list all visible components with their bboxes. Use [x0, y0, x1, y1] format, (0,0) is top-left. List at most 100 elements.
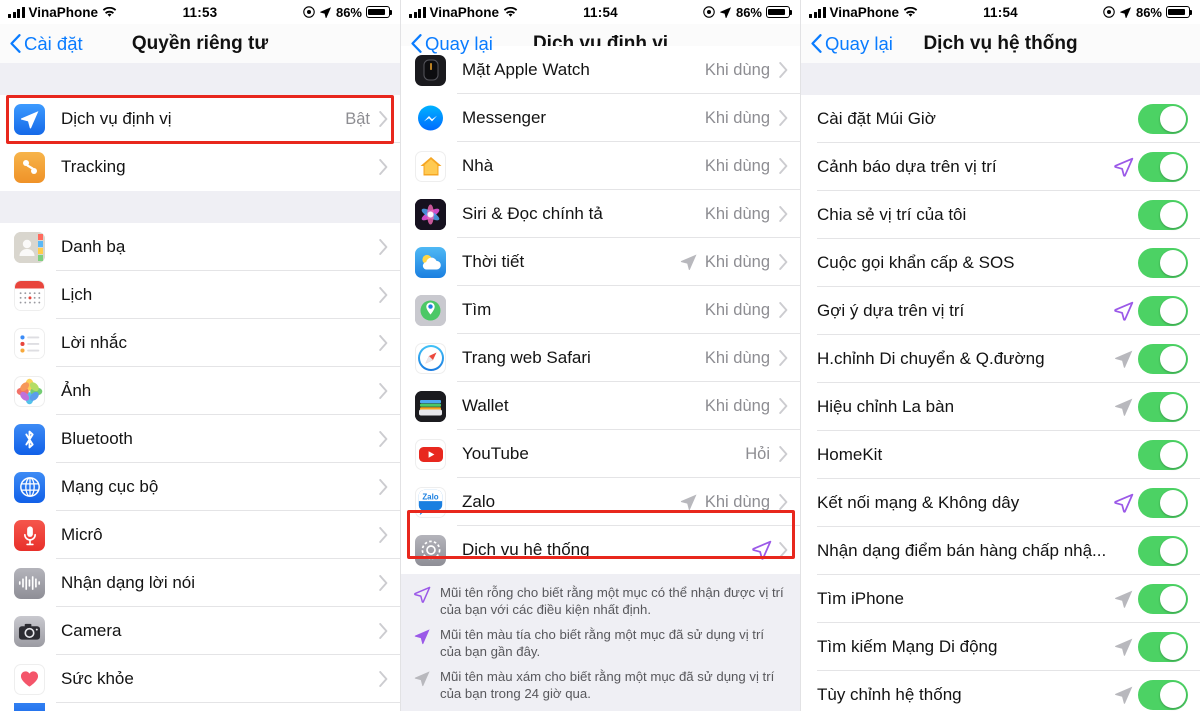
toggle-switch[interactable] [1138, 488, 1188, 518]
row-label: Bluetooth [61, 429, 133, 448]
row-find-my[interactable]: Tìm Khi dùng [401, 286, 800, 334]
section-spacer-top [801, 63, 1200, 95]
row-label: Tìm [462, 300, 492, 319]
row-health[interactable]: Sức khỏe [0, 655, 400, 703]
contacts-icon [14, 231, 45, 263]
row-calendar[interactable]: Lịch [0, 271, 400, 319]
location-services-app-list: Mặt Apple Watch Khi dùng Messenger Khi d… [401, 46, 800, 574]
row-system-services[interactable]: Dịch vụ hệ thống [401, 526, 800, 574]
row-siri[interactable]: Siri & Đọc chính tả Khi dùng [401, 190, 800, 238]
row-camera[interactable]: Camera [0, 607, 400, 655]
location-arrow-purple-hollow-icon [752, 540, 772, 560]
location-arrow-purple-solid-icon [414, 629, 430, 644]
row-local-network[interactable]: Mạng cục bộ [0, 463, 400, 511]
chevron-right-icon [779, 494, 788, 510]
row-messenger[interactable]: Messenger Khi dùng [401, 94, 800, 142]
location-arrow-gray-icon [1115, 590, 1133, 608]
row-label: Mặt Apple Watch [462, 60, 590, 79]
chevron-right-icon [779, 62, 788, 78]
camera-icon [14, 615, 45, 647]
wifi-icon [503, 6, 518, 17]
row-location-services[interactable]: Dịch vụ định vị Bật [0, 95, 400, 143]
toggle-switch[interactable] [1138, 632, 1188, 662]
row-partial-bottom[interactable] [0, 703, 400, 711]
row-label: Sức khỏe [61, 669, 134, 688]
location-arrow-icon [720, 6, 731, 18]
row-tracking[interactable]: Tracking [0, 143, 400, 191]
legend-text: Mũi tên màu tía cho biết rằng một mục đã… [440, 626, 765, 660]
row-motion-calibration[interactable]: H.chỉnh Di chuyển & Q.đường [801, 335, 1200, 383]
row-label: Dịch vụ định vị [61, 109, 172, 128]
row-bluetooth[interactable]: Bluetooth [0, 415, 400, 463]
back-button-settings[interactable]: Cài đặt [10, 33, 83, 55]
legend-item: Mũi tên rỗng cho biết rằng một mục có th… [413, 584, 784, 619]
row-value: Bật [345, 109, 370, 128]
chevron-right-icon [379, 575, 388, 591]
row-value: Khi dùng [704, 396, 770, 415]
tracking-icon [14, 151, 45, 183]
toggle-switch[interactable] [1138, 536, 1188, 566]
status-bar: VinaPhone 11:54 86% [801, 0, 1200, 24]
chevron-left-icon [811, 34, 822, 53]
row-emergency-calls-sos[interactable]: Cuộc gọi khẩn cấp & SOS [801, 239, 1200, 287]
row-photos[interactable]: Ảnh [0, 367, 400, 415]
toggle-switch[interactable] [1138, 104, 1188, 134]
status-bar-left: VinaPhone [8, 5, 117, 20]
rotation-lock-icon [703, 6, 715, 18]
row-networking-wireless[interactable]: Kết nối mạng & Không dây [801, 479, 1200, 527]
back-button[interactable]: Quay lại [411, 33, 493, 55]
toggle-switch[interactable] [1138, 392, 1188, 422]
chevron-left-icon [10, 34, 21, 53]
row-label: Ảnh [61, 381, 92, 400]
status-bar: VinaPhone 11:54 86% [401, 0, 800, 24]
carrier-name: VinaPhone [829, 4, 900, 20]
toggle-switch[interactable] [1138, 680, 1188, 710]
youtube-icon [415, 438, 446, 470]
row-homekit[interactable]: HomeKit [801, 431, 1200, 479]
back-button[interactable]: Quay lại [811, 33, 893, 55]
row-label: Dịch vụ hệ thống [462, 540, 590, 559]
signal-bars-icon [809, 6, 826, 18]
row-location-based-alerts[interactable]: Cảnh báo dựa trên vị trí [801, 143, 1200, 191]
chevron-right-icon [379, 287, 388, 303]
location-arrow-gray-icon [1115, 638, 1133, 656]
status-bar-right: 86% [703, 5, 793, 20]
row-speech-recognition[interactable]: Nhận dạng lời nói [0, 559, 400, 607]
legend-text: Mũi tên rỗng cho biết rằng một mục có th… [440, 585, 784, 618]
toggle-switch[interactable] [1138, 584, 1188, 614]
toggle-switch[interactable] [1138, 152, 1188, 182]
row-compass-calibration[interactable]: Hiệu chỉnh La bàn [801, 383, 1200, 431]
row-weather[interactable]: Thời tiết Khi dùng [401, 238, 800, 286]
row-label: Mạng cục bộ [61, 477, 159, 496]
row-zalo[interactable]: Zalo Zalo Khi dùng [401, 478, 800, 526]
signal-bars-icon [8, 6, 25, 18]
photos-icon [14, 375, 45, 407]
row-cell-network-search[interactable]: Tìm kiếm Mạng Di động [801, 623, 1200, 671]
toggle-switch[interactable] [1138, 440, 1188, 470]
toggle-switch[interactable] [1138, 200, 1188, 230]
row-find-my-iphone[interactable]: Tìm iPhone [801, 575, 1200, 623]
back-button-label: Quay lại [425, 32, 493, 54]
toggle-switch[interactable] [1138, 296, 1188, 326]
status-bar-right: 86% [303, 5, 393, 20]
row-system-customization[interactable]: Tùy chỉnh hệ thống [801, 671, 1200, 711]
row-label: Thời tiết [462, 252, 525, 271]
row-microphone[interactable]: Micrô [0, 511, 400, 559]
chevron-right-icon [779, 110, 788, 126]
row-reminders[interactable]: Lời nhắc [0, 319, 400, 367]
row-time-zone-setting[interactable]: Cài đặt Múi Giờ [801, 95, 1200, 143]
row-label: Tùy chỉnh hệ thống [817, 685, 962, 704]
section-spacer-top [0, 63, 400, 95]
rotation-lock-icon [1103, 6, 1115, 18]
row-wallet[interactable]: Wallet Khi dùng [401, 382, 800, 430]
row-youtube[interactable]: YouTube Hỏi [401, 430, 800, 478]
row-contacts[interactable]: Danh bạ [0, 223, 400, 271]
toggle-switch[interactable] [1138, 248, 1188, 278]
row-safari[interactable]: Trang web Safari Khi dùng [401, 334, 800, 382]
row-location-based-suggestions[interactable]: Gợi ý dựa trên vị trí [801, 287, 1200, 335]
row-pos-recognition[interactable]: Nhận dạng điểm bán hàng chấp nhậ... [801, 527, 1200, 575]
row-home-app[interactable]: Nhà Khi dùng [401, 142, 800, 190]
location-arrow-gray-icon [1115, 398, 1133, 416]
row-share-my-location[interactable]: Chia sẻ vị trí của tôi [801, 191, 1200, 239]
toggle-switch[interactable] [1138, 344, 1188, 374]
